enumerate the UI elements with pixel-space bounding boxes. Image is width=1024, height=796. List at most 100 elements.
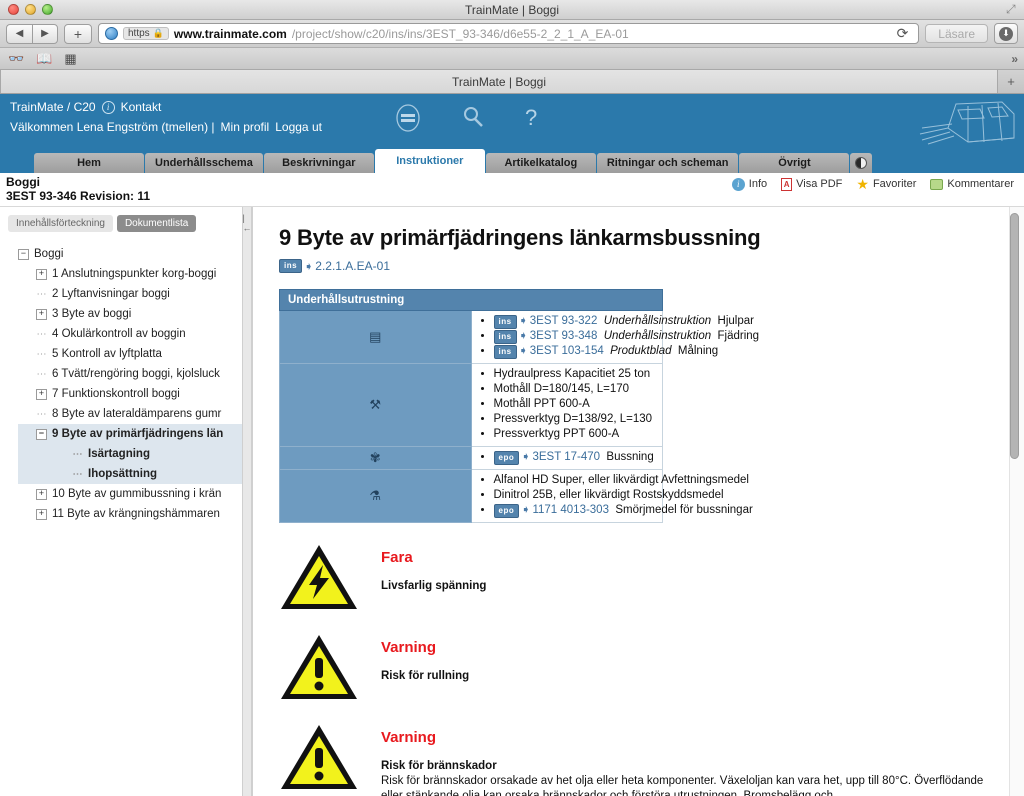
tree-node-11[interactable]: + 11 Byte av krängningshämmaren	[18, 504, 252, 524]
expand-toggle-icon[interactable]: +	[36, 268, 47, 280]
tab-hem[interactable]: Hem	[34, 153, 144, 173]
tab-underhallsschema[interactable]: Underhållsschema	[145, 153, 263, 173]
tree-node-7[interactable]: + 7 Funktionskontroll boggi	[18, 384, 252, 404]
tree-node-10[interactable]: + 10 Byte av gummibussning i krän	[18, 484, 252, 504]
list-item: Dinitrol 25B, eller likvärdigt Rostskydd…	[494, 488, 724, 503]
book-icon[interactable]: 📖	[36, 52, 52, 65]
content-scrollbar-thumb[interactable]	[1010, 213, 1019, 459]
list-item[interactable]: epo➧3EST 17-470 Bussning	[493, 450, 659, 465]
tree-node-4[interactable]: ⋯ 4 Okulärkontroll av boggin	[18, 324, 252, 344]
pdf-icon: A	[781, 177, 793, 191]
resize-handle-icon[interactable]: ⤢	[1006, 3, 1020, 17]
info-icon[interactable]: i	[101, 100, 115, 114]
tree-node-label: 2 Lyftanvisningar boggi	[52, 288, 170, 300]
collapse-sidebar-icon[interactable]: |←	[243, 213, 252, 796]
arrow-icon: ➧	[304, 260, 314, 273]
tabs-more-button[interactable]	[850, 153, 873, 173]
list-item[interactable]: ins➧3EST 93-348 Underhållsinstruktion Fj…	[493, 329, 759, 344]
tree-node-6[interactable]: ⋯ 6 Tvätt/rengöring boggi, kjolsluck	[18, 364, 252, 384]
content-scrollbar-track[interactable]	[1009, 207, 1024, 796]
grid-icon[interactable]: ▦	[64, 52, 76, 65]
profile-link[interactable]: Min profil	[221, 120, 270, 134]
doc-type: Underhållsinstruktion	[603, 330, 712, 342]
breadcrumb[interactable]: TrainMate / C20	[10, 100, 96, 114]
collapse-toggle-icon[interactable]: −	[36, 428, 47, 440]
document-tree: − Boggi + 1 Anslutningspunkter korg-bogg…	[0, 238, 252, 524]
consumable-name: Smörjmedel för bussningar	[615, 504, 753, 516]
consumable-list: Alfanol HD Super, eller likvärdigt Avfet…	[493, 473, 753, 518]
part-code[interactable]: 3EST 17-470	[532, 451, 600, 463]
visa-pdf-tool[interactable]: A Visa PDF	[781, 177, 842, 191]
search-icon[interactable]	[461, 105, 485, 131]
tree-node-8[interactable]: ⋯ 8 Byte av lateraldämparens gumr	[18, 404, 252, 424]
tree-node-2[interactable]: ⋯ 2 Lyftanvisningar boggi	[18, 284, 252, 304]
tree-node-isartagning[interactable]: ⋯ Isärtagning	[18, 444, 252, 464]
logout-link[interactable]: Logga ut	[275, 120, 322, 134]
favoriter-label: Favoriter	[872, 178, 917, 190]
expand-toggle-icon[interactable]: +	[36, 388, 47, 400]
kontakt-link[interactable]: Kontakt	[121, 100, 162, 114]
expand-toggle-icon[interactable]: +	[36, 308, 47, 320]
overflow-chevrons-icon[interactable]: »	[1011, 52, 1018, 66]
help-icon[interactable]: ?	[525, 105, 537, 131]
doc-code[interactable]: 3EST 93-322	[530, 315, 598, 327]
doc-code[interactable]: 3EST 93-348	[530, 330, 598, 342]
main-nav-tabs: Hem Underhållsschema Beskrivningar Instr…	[0, 149, 1024, 173]
document-id-link[interactable]: 2.2.1.A.EA-01	[315, 259, 390, 273]
table-cell-documents: ins➧3EST 93-322 Underhållsinstruktion Hj…	[470, 310, 759, 364]
sidebar-tab-innehallsforteckning[interactable]: Innehållsförteckning	[8, 215, 113, 232]
forward-button[interactable]: ▶	[32, 23, 58, 44]
doc-name: Fjädring	[717, 330, 760, 342]
leaf-icon: ⋯	[72, 448, 83, 460]
info-tool[interactable]: i Info	[731, 177, 768, 191]
consumable-code[interactable]: 1171 4013-303	[532, 504, 609, 516]
downloads-button[interactable]: ⬇	[994, 23, 1018, 44]
list-item[interactable]: epo➧1171 4013-303 Smörjmedel för bussnin…	[493, 503, 753, 518]
list-item: Pressverktyg PPT 600-A	[494, 427, 659, 442]
general-warning-icon	[281, 635, 357, 699]
expand-toggle-icon[interactable]: +	[36, 508, 47, 520]
reader-button[interactable]: Läsare	[925, 24, 988, 43]
tab-beskrivningar[interactable]: Beskrivningar	[263, 153, 374, 173]
kommentarer-tool[interactable]: Kommentarer	[930, 178, 1014, 190]
new-tab-button[interactable]: +	[64, 23, 92, 44]
tree-node-boggi[interactable]: − Boggi	[18, 244, 252, 264]
tree-node-5[interactable]: ⋯ 5 Kontroll av lyftplatta	[18, 344, 252, 364]
tree-node-3[interactable]: + 3 Byte av boggi	[18, 304, 252, 324]
favoriter-tool[interactable]: ★ Favoriter	[856, 177, 916, 191]
browser-tab[interactable]: TrainMate | Boggi	[0, 70, 998, 93]
tree-node-ihopsattning[interactable]: ⋯ Ihopsättning	[18, 464, 252, 484]
tab-artikelkatalog[interactable]: Artikelkatalog	[485, 153, 596, 173]
reload-icon[interactable]: ⟳	[893, 25, 913, 42]
ins-chip: ins	[279, 259, 303, 273]
tree-node-9[interactable]: − 9 Byte av primärfjädringens län	[18, 424, 252, 444]
tab-ritningar-och-scheman[interactable]: Ritningar och scheman	[596, 153, 739, 173]
globe-icon	[105, 27, 118, 40]
list-item[interactable]: ins➧3EST 103-154 Produktblad Målning	[493, 344, 718, 359]
collapse-toggle-icon[interactable]: −	[18, 248, 29, 260]
expand-toggle-icon[interactable]: +	[36, 488, 47, 500]
add-tab-button[interactable]: +	[998, 70, 1024, 93]
welcome-text: Välkommen Lena Engström (tmellen) |	[10, 120, 215, 134]
layers-icon[interactable]	[395, 104, 421, 132]
tab-instruktioner[interactable]: Instruktioner	[374, 149, 485, 173]
warning-text: Varning Risk för rullning	[381, 631, 469, 682]
tree-node-1[interactable]: + 1 Anslutningspunkter korg-boggi	[18, 264, 252, 284]
list-item: Mothåll D=180/145, L=170	[494, 382, 659, 397]
wrench-icon: ⚒	[279, 363, 472, 447]
tab-ovrigt[interactable]: Övrigt	[739, 153, 850, 173]
part-list: epo➧3EST 17-470 Bussning	[493, 450, 659, 465]
window-titlebar: TrainMate | Boggi ⤢	[0, 0, 1024, 20]
leaf-icon: ⋯	[36, 328, 47, 340]
list-item[interactable]: ins➧3EST 93-322 Underhållsinstruktion Hj…	[493, 314, 754, 329]
doc-code[interactable]: 3EST 103-154	[530, 345, 604, 357]
content-pane: 9 Byte av primärfjädringens länkarmsbuss…	[252, 207, 1024, 796]
info-label: Info	[748, 178, 768, 190]
sidebar-splitter[interactable]: |←	[242, 207, 252, 796]
sidebar-tab-dokumentlista[interactable]: Dokumentlista	[116, 215, 197, 232]
reader-glasses-icon[interactable]: 👓	[8, 52, 24, 65]
star-icon: ★	[856, 176, 869, 192]
address-bar[interactable]: https 🔒 www.trainmate.com/project/show/c…	[98, 23, 920, 44]
back-button[interactable]: ◀	[6, 23, 32, 44]
document-icon: ▤	[279, 310, 472, 364]
